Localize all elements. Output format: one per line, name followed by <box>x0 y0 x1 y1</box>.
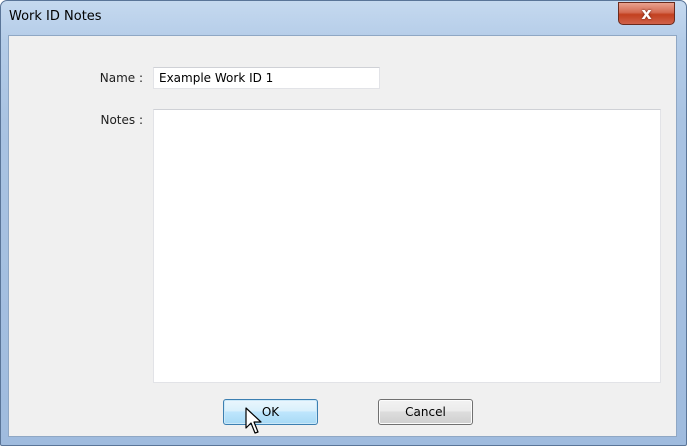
dialog-body: Name : Example Work ID 1 Notes : OK Canc… <box>8 35 677 437</box>
window-title: Work ID Notes <box>9 9 102 24</box>
notes-textarea[interactable] <box>153 109 661 383</box>
ok-button[interactable]: OK <box>223 399 318 425</box>
title-bar[interactable]: Work ID Notes x <box>1 1 686 35</box>
dialog-window: Work ID Notes x Name : Example Work ID 1… <box>0 0 687 446</box>
close-button[interactable]: x <box>618 2 675 25</box>
name-input[interactable]: Example Work ID 1 <box>153 67 380 89</box>
name-label: Name : <box>99 71 143 85</box>
close-icon: x <box>641 4 652 23</box>
notes-label: Notes : <box>100 113 143 127</box>
arrow-cursor-icon <box>245 407 262 434</box>
cancel-button[interactable]: Cancel <box>378 399 473 425</box>
